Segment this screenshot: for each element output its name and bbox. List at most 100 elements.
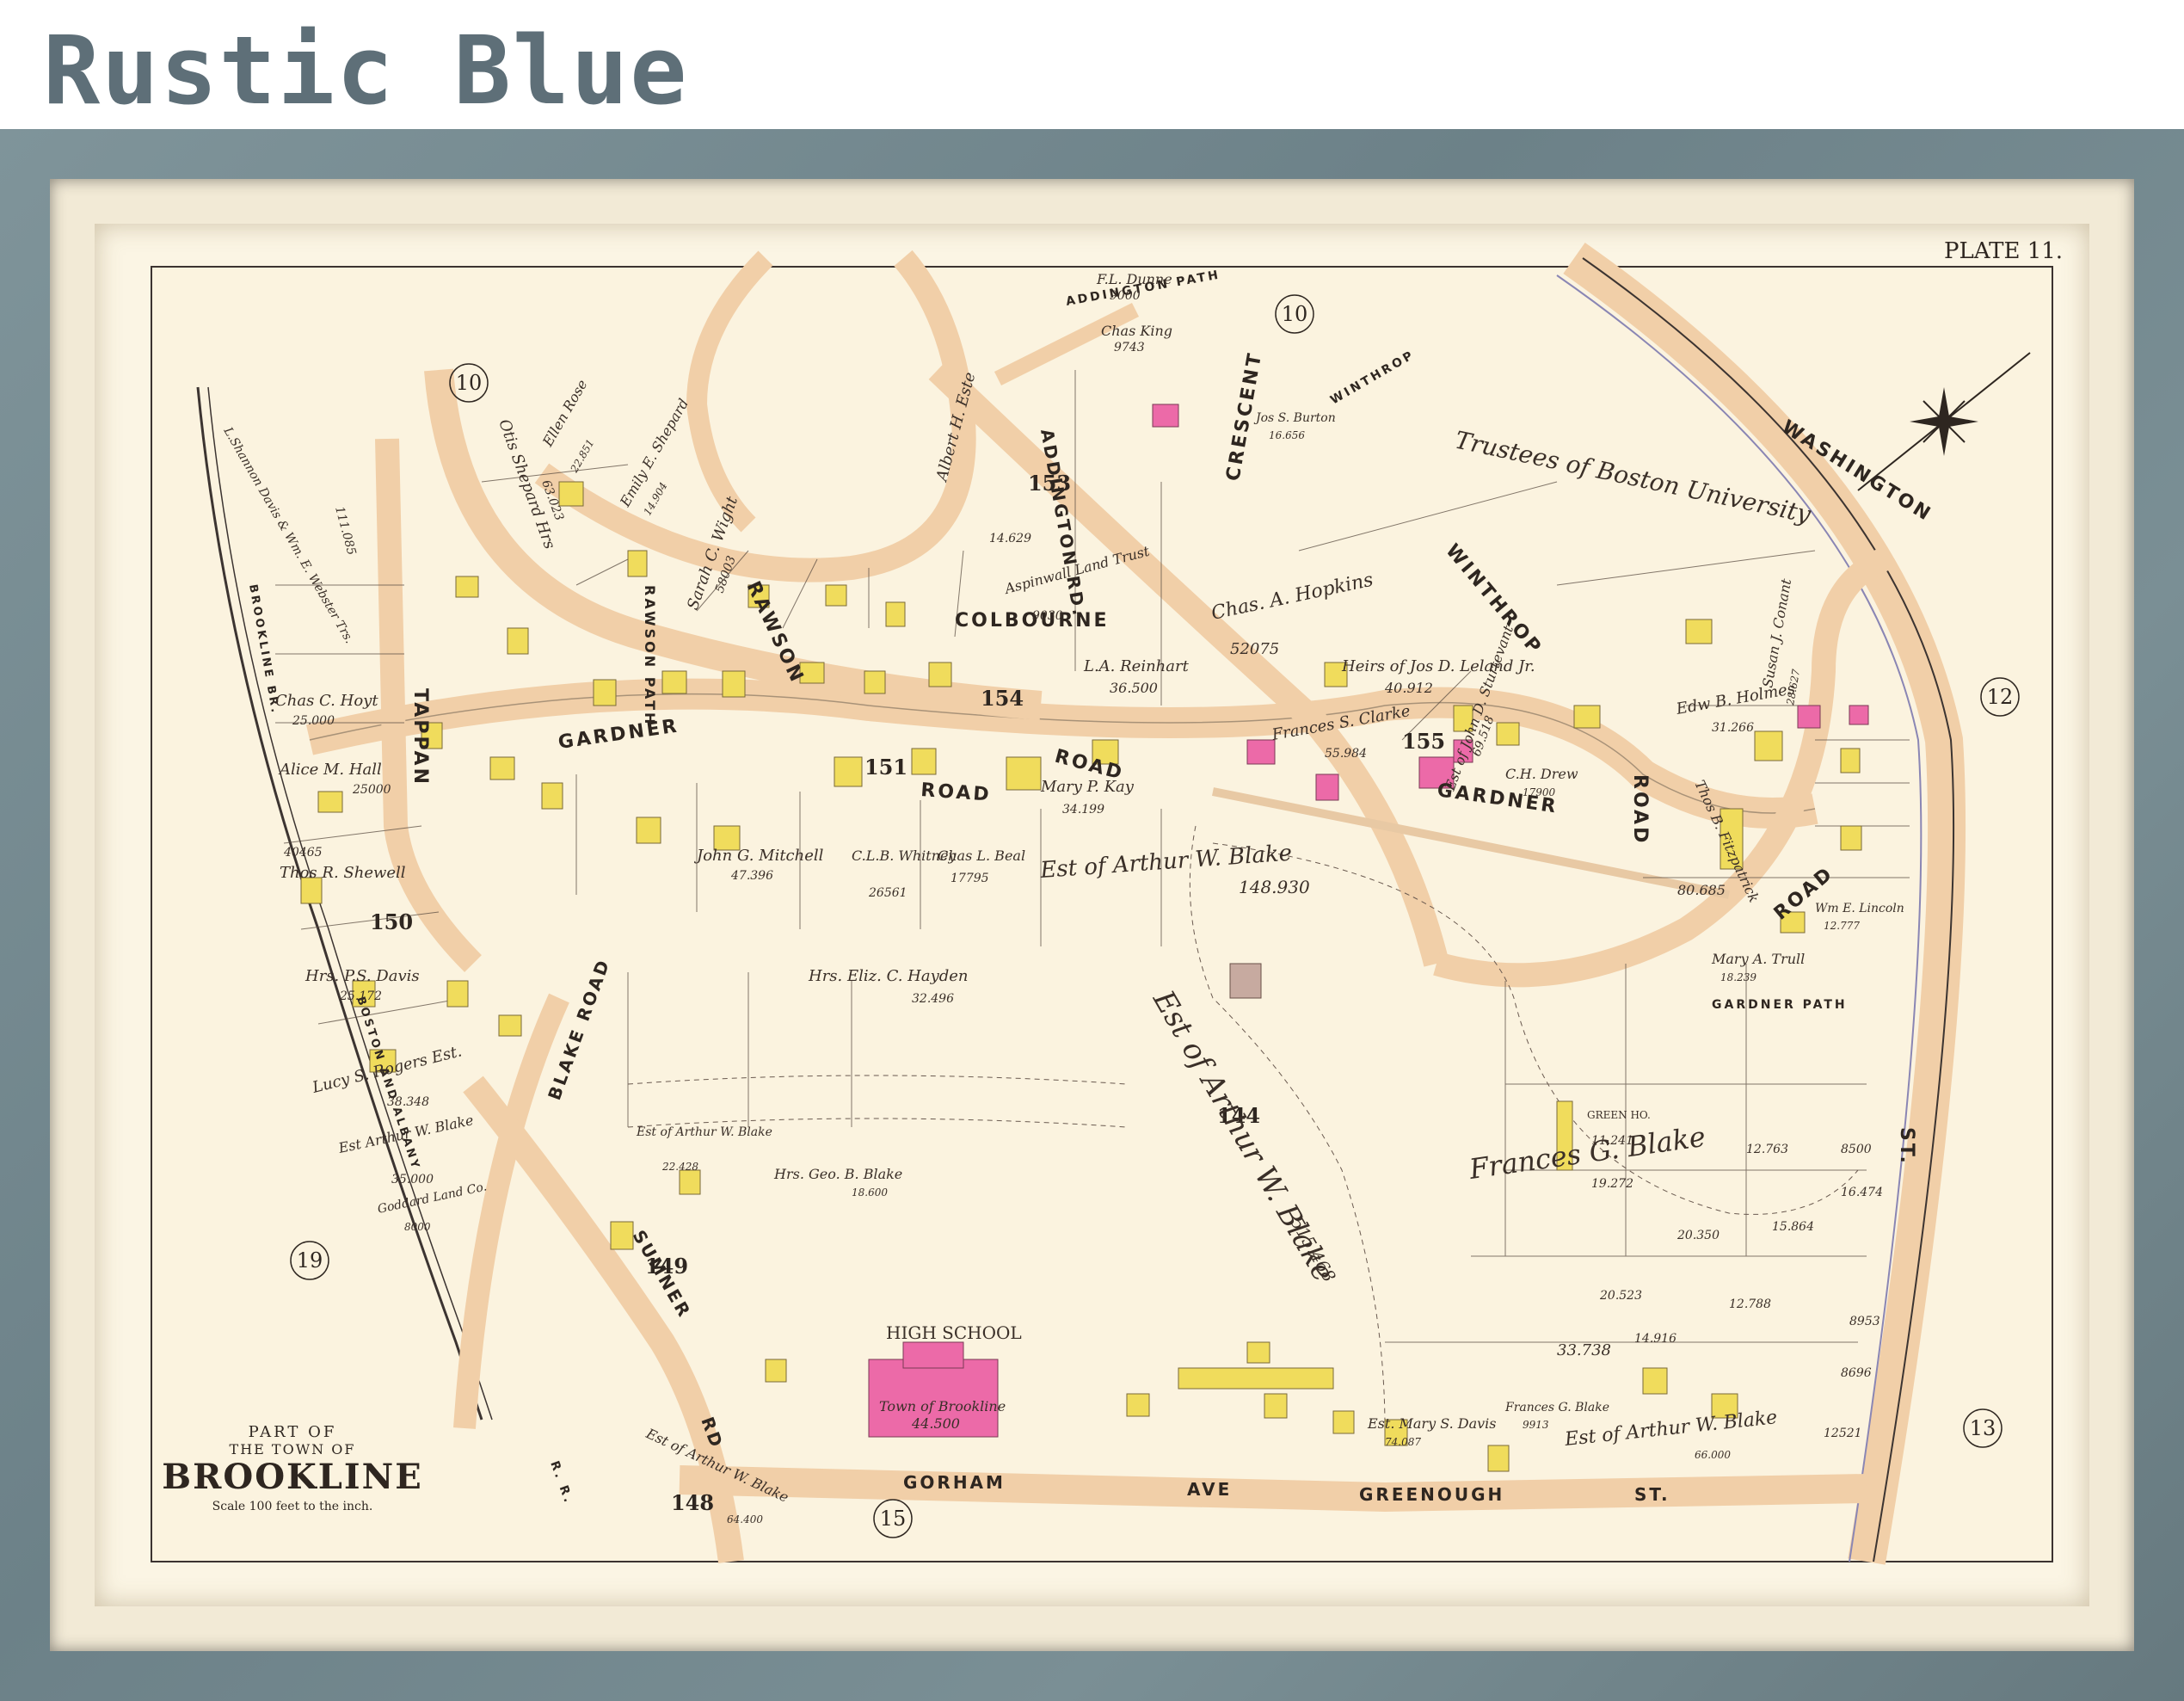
cartouche-part-of: PART OF (249, 1423, 337, 1441)
owner-aspinwall-area: 9030 (1032, 609, 1063, 623)
road-greenough-st: ST. (1634, 1484, 1670, 1505)
owner-est-blake-south-area: 66.000 (1695, 1449, 1731, 1461)
lot-number: 8500 (1841, 1143, 1872, 1156)
owner-mrs-hayden-area: 32.496 (912, 992, 954, 1006)
block-154: 154 (981, 686, 1024, 711)
road-st-east: ST. (1896, 1127, 1917, 1166)
picture-frame: 10 10 12 13 15 19 144 148 149 150 151 15… (0, 129, 2184, 1701)
lot-number: 14.916 (1634, 1332, 1676, 1346)
owner-thos-shewell-area: 40465 (283, 846, 323, 860)
owner-mary-trull-area: 18.239 (1720, 971, 1756, 983)
owner-frances-blake-lot: Frances G. Blake (1504, 1401, 1609, 1414)
map-mat: 10 10 12 13 15 19 144 148 149 150 151 15… (95, 224, 2089, 1606)
lot-number: 12.788 (1729, 1297, 1771, 1311)
lot-number: 8696 (1841, 1366, 1872, 1380)
cartouche-brookline: BROOKLINE (162, 1457, 422, 1497)
gorham-avenue (679, 1465, 1867, 1513)
owner-albert-este-area: 14.629 (989, 532, 1031, 545)
road-rawson-path: RAWSON PATH (642, 585, 658, 726)
owner-mary-trull: Mary A. Trull (1711, 951, 1805, 967)
brand-title: Rustic Blue (43, 15, 689, 126)
owner-wm-lincoln-area: 12.777 (1824, 920, 1860, 932)
block-151: 151 (864, 755, 907, 780)
owner-est-blake-sw-area: 22.428 (661, 1161, 698, 1173)
block-150: 150 (370, 909, 413, 934)
road-tappan: TAPPAN (409, 688, 431, 786)
owner-jos-burton-area: 16.656 (1269, 429, 1305, 441)
owner-ch-drew: C.H. Drew (1505, 766, 1578, 782)
block-155: 155 (1402, 729, 1445, 754)
owner-thos-fitzpatrick-area: 80.685 (1677, 882, 1726, 898)
owner-mrs-geo-blake: Hrs. Geo. B. Blake (773, 1166, 902, 1182)
owner-chas-beal-area: 17795 (951, 872, 989, 885)
owner-chas-beal: Chas L. Beal (938, 847, 1025, 864)
owner-mary-davis-area: 74.087 (1385, 1436, 1421, 1448)
owner-chas-hoyt: Chas C. Hoyt (275, 692, 378, 710)
owner-chas-king: Chas King (1101, 323, 1172, 339)
road-gardner-path: GARDNER PATH (1712, 998, 1848, 1012)
owner-mary-kay: Mary P. Kay (1040, 778, 1135, 796)
stable-building (1229, 963, 1262, 999)
block-10-west: 10 (456, 371, 483, 395)
road-gorham: GORHAM (903, 1472, 1006, 1493)
owner-frances-clarke-area: 55.984 (1325, 747, 1367, 761)
owner-heirs-leland-area: 40.912 (1384, 680, 1433, 696)
brookline-map: 10 10 12 13 15 19 144 148 149 150 151 15… (151, 238, 2063, 1565)
owner-ch-drew-area: 17900 (1523, 786, 1556, 798)
owner-frances-blake-lot-area: 9913 (1523, 1419, 1549, 1431)
plate-label: PLATE 11. (1944, 238, 2063, 264)
lot-number: 11.241 (1591, 1134, 1633, 1148)
owner-mrs-hayden: Hrs. Eliz. C. Hayden (808, 967, 969, 985)
owner-alice-hall-area: 25000 (352, 783, 391, 797)
block-13: 13 (1970, 1416, 1996, 1440)
owner-la-reinhart-area: 36.500 (1110, 680, 1158, 696)
owner-hs-area: 44.500 (911, 1415, 960, 1432)
lot-number: 15.864 (1772, 1220, 1814, 1234)
owner-edw-holmes-area: 31.266 (1712, 721, 1754, 735)
owner-high-school: HIGH SCHOOL (886, 1322, 1022, 1343)
road-winthrop-road: ROAD (1629, 774, 1651, 845)
lot-number: 16.474 (1841, 1186, 1883, 1199)
owner-heirs-leland: Heirs of Jos D. Leland Jr. (1341, 657, 1535, 675)
owner-est-blake-small-area: 35.000 (391, 1173, 434, 1186)
lot-number: 12.763 (1746, 1143, 1788, 1156)
owner-alice-hall: Alice M. Hall (278, 761, 382, 779)
cartouche-town-of: THE TOWN OF (230, 1441, 356, 1458)
owner-est-blake-sw: Est of Arthur W. Blake (636, 1125, 772, 1139)
block-148: 148 (671, 1490, 714, 1515)
owner-mrs-geo-blake-area: 18.600 (852, 1186, 888, 1199)
owner-john-mitchell: John G. Mitchell (693, 847, 824, 865)
owner-chas-king-area: 9743 (1114, 341, 1145, 354)
lot-number: 8953 (1849, 1315, 1880, 1328)
frame-inner-edge: 10 10 12 13 15 19 144 148 149 150 151 15… (50, 179, 2134, 1651)
owner-jos-burton: Jos S. Burton (1253, 411, 1336, 425)
block-10-east: 10 (1282, 302, 1308, 326)
owner-mrs-davis: Hrs. P.S. Davis (305, 967, 420, 985)
owner-la-reinhart: L.A. Reinhart (1083, 657, 1190, 675)
owner-mary-davis: Est. Mary S. Davis (1367, 1415, 1496, 1432)
road-ave: AVE (1187, 1479, 1232, 1500)
lot-number: 20.523 (1599, 1289, 1642, 1303)
owner-town-brookline: Town of Brookline (879, 1398, 1006, 1414)
owner-clb-whitney-area: 26561 (868, 886, 907, 900)
owner-mary-kay-area: 34.199 (1062, 803, 1104, 817)
block-19: 19 (297, 1248, 323, 1273)
block-12: 12 (1987, 685, 2014, 709)
owner-thos-shewell: Thos R. Shewell (280, 864, 406, 882)
lot-number: 12521 (1824, 1427, 1862, 1440)
block-15: 15 (880, 1507, 907, 1531)
owner-green-house: GREEN HO. (1587, 1109, 1651, 1121)
owner-fl-dunne: F.L. Dunne (1096, 271, 1172, 287)
owner-est-blake-middle-area: 148.930 (1239, 877, 1310, 897)
lot-number: 19.272 (1591, 1177, 1633, 1191)
owner-chas-hoyt-area: 25.000 (292, 714, 335, 728)
lot-number: 20.350 (1676, 1229, 1720, 1242)
owner-mrs-davis-area: 25.172 (339, 989, 382, 1003)
owner-frances-area: 33.738 (1557, 1341, 1611, 1359)
owner-est-blake-148-area: 64.400 (727, 1513, 763, 1525)
owner-fl-dunne-area: 9000 (1110, 289, 1141, 303)
owner-john-mitchell-area: 47.396 (730, 869, 773, 883)
cartouche-scale: Scale 100 feet to the inch. (212, 1500, 373, 1513)
owner-lucy-rogers-area: 38.348 (387, 1095, 429, 1109)
owner-wm-lincoln: Wm E. Lincoln (1815, 902, 1904, 915)
